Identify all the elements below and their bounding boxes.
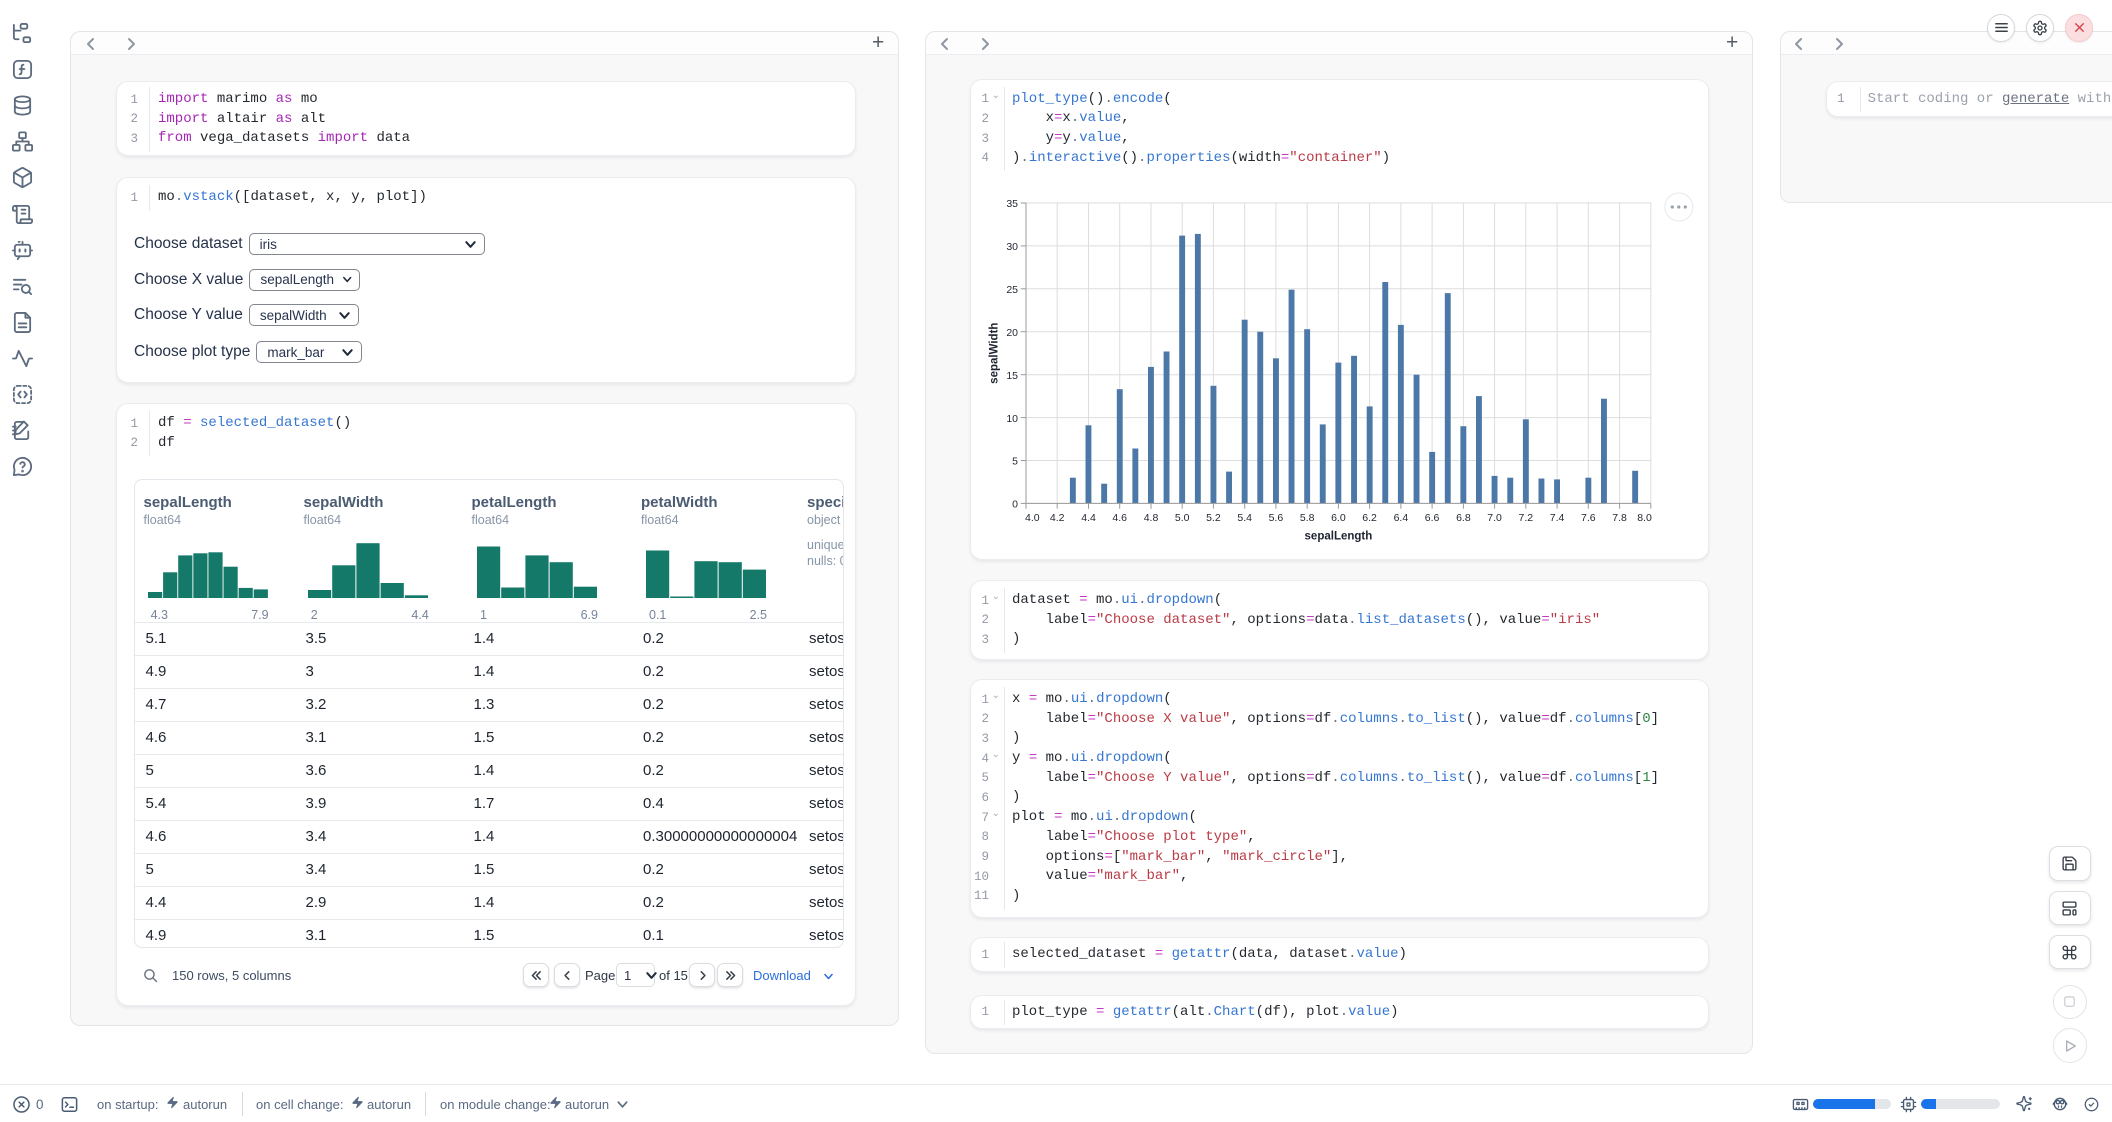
svg-text:4.2: 4.2 [1050,512,1065,524]
svg-text:sepalWidth: sepalWidth [988,323,1000,384]
svg-text:6.2: 6.2 [1362,512,1377,524]
svg-text:6.8: 6.8 [1456,512,1471,524]
svg-text:0: 0 [1012,499,1018,511]
svg-text:5.2: 5.2 [1206,512,1221,524]
svg-text:5.0: 5.0 [1175,512,1190,524]
svg-text:4.6: 4.6 [1112,512,1127,524]
svg-text:4.4: 4.4 [1081,512,1096,524]
svg-text:5.6: 5.6 [1269,512,1284,524]
svg-text:7.6: 7.6 [1581,512,1596,524]
svg-text:7.2: 7.2 [1518,512,1533,524]
svg-text:20: 20 [1006,327,1018,339]
svg-text:5.8: 5.8 [1300,512,1315,524]
svg-text:7.4: 7.4 [1550,512,1565,524]
svg-text:5.4: 5.4 [1237,512,1252,524]
svg-text:6.0: 6.0 [1331,512,1346,524]
svg-text:5: 5 [1012,456,1018,468]
svg-text:4.0: 4.0 [1025,512,1040,524]
svg-text:sepalLength: sepalLength [1305,530,1373,542]
svg-text:6.4: 6.4 [1394,512,1409,524]
svg-text:7.0: 7.0 [1487,512,1502,524]
svg-text:35: 35 [1006,198,1018,210]
svg-text:25: 25 [1006,284,1018,296]
svg-text:8.0: 8.0 [1637,512,1652,524]
svg-text:15: 15 [1006,370,1018,382]
svg-text:30: 30 [1006,241,1018,253]
svg-text:6.6: 6.6 [1425,512,1440,524]
svg-text:10: 10 [1006,413,1018,425]
svg-text:7.8: 7.8 [1612,512,1627,524]
svg-text:4.8: 4.8 [1144,512,1159,524]
